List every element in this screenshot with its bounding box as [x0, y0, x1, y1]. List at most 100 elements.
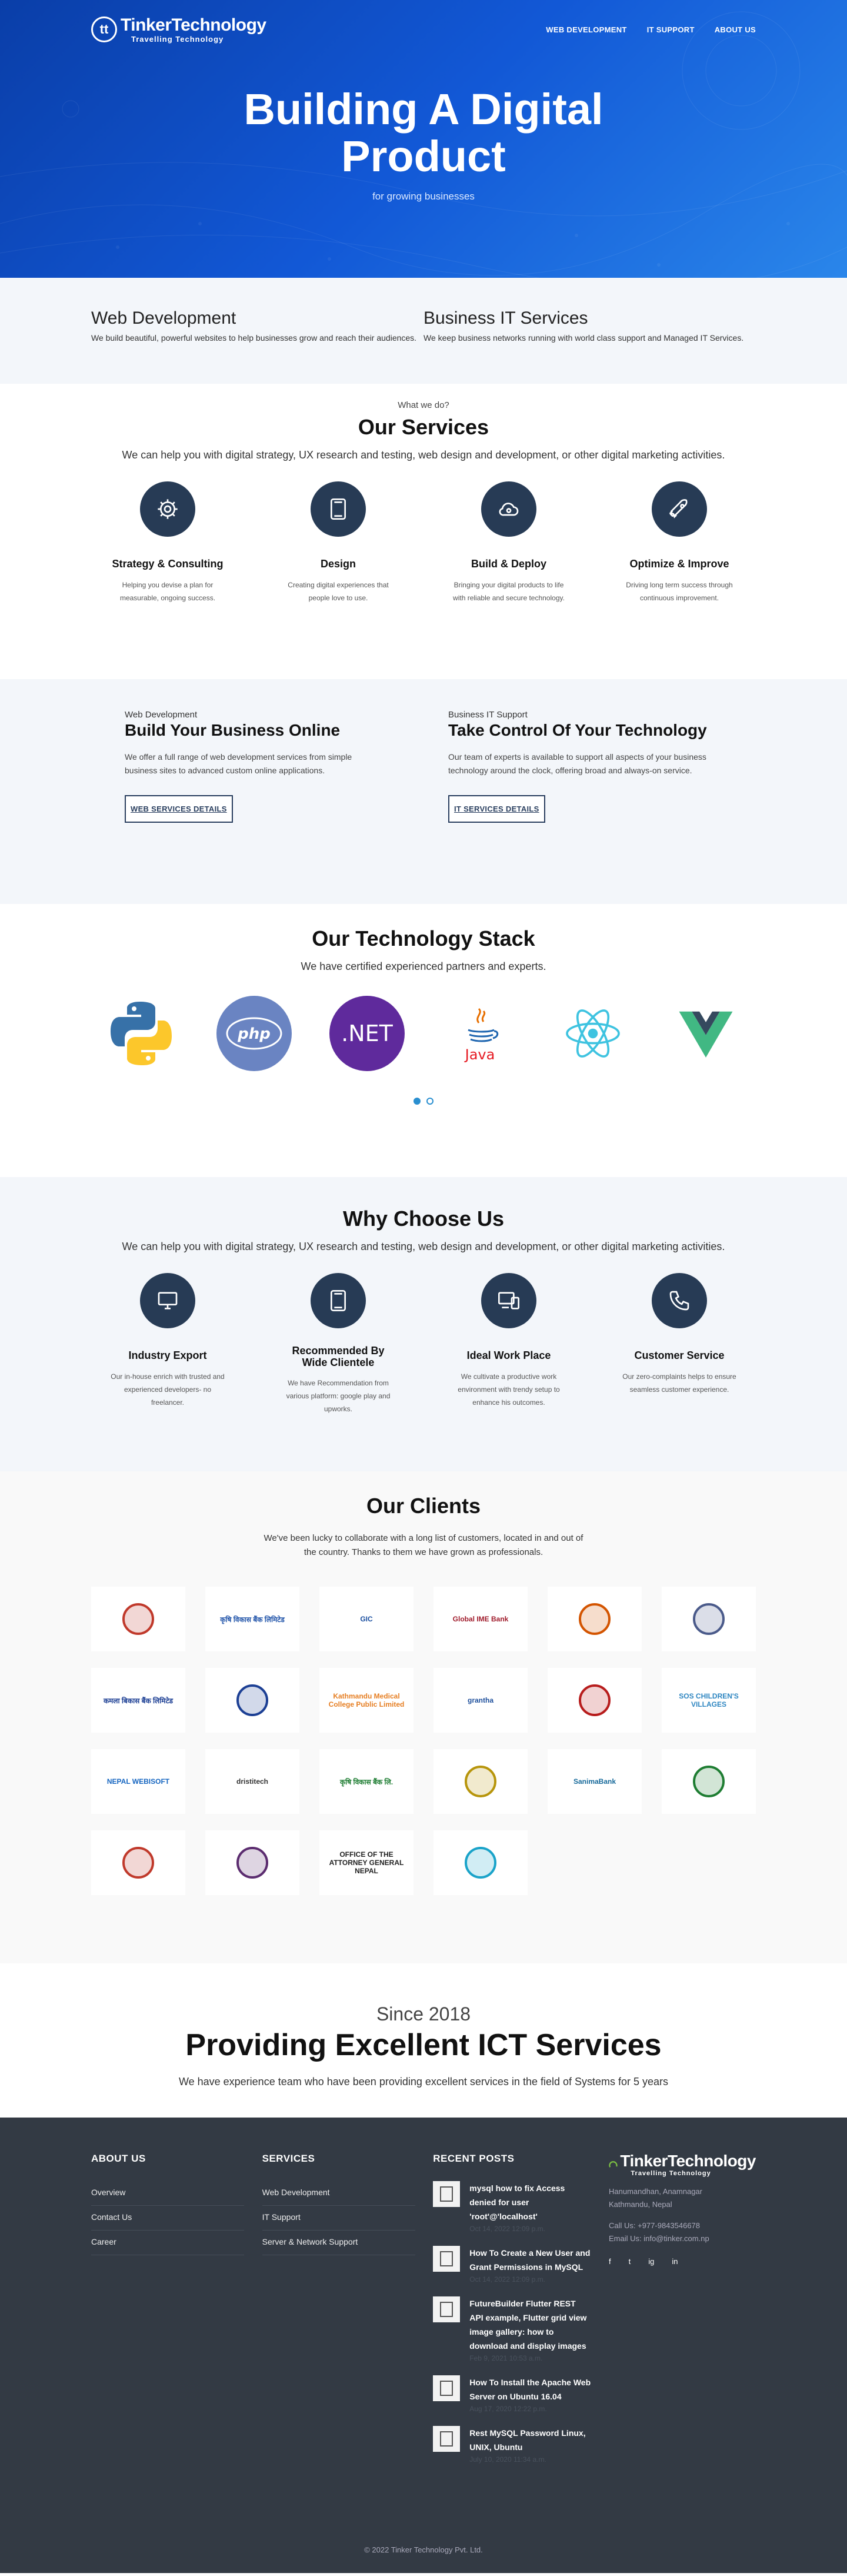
- recent-post[interactable]: Rest MySQL Password Linux, UNIX, Ubuntu J…: [433, 2426, 591, 2464]
- php-logo: php: [216, 995, 292, 1072]
- twitter-icon[interactable]: t: [629, 2257, 631, 2266]
- why-card: Ideal Work Place We cultivate a producti…: [432, 1273, 585, 1415]
- site-logo[interactable]: tt TinkerTechnology Travelling Technolog…: [91, 16, 266, 43]
- nav-about-us[interactable]: ABOUT US: [715, 25, 756, 34]
- monitor-icon: [140, 1273, 195, 1328]
- footer-link-overview[interactable]: Overview: [91, 2181, 244, 2206]
- site-footer: ABOUT US Overview Contact Us Career SERV…: [0, 2118, 847, 2573]
- logo-name: TinkerTechnology: [121, 15, 266, 35]
- clients-section: Our Clients We've been lucky to collabor…: [0, 1471, 847, 1963]
- post-title[interactable]: Rest MySQL Password Linux, UNIX, Ubuntu: [469, 2426, 591, 2454]
- client-logo-text: कमला बिकास बैंक लिमिटेड: [103, 1696, 174, 1705]
- nav-web-development[interactable]: WEB DEVELOPMENT: [546, 25, 626, 34]
- why-card: Recommended By Wide Clientele We have Re…: [262, 1273, 415, 1415]
- tablet-icon: [311, 481, 366, 537]
- post-date: Aug 17, 2020 12:22 p.m.: [469, 2405, 547, 2413]
- nepal-webisoft-logo: NEPAL WEBISOFT: [91, 1749, 185, 1814]
- emblem-logo-diamond: [662, 1587, 756, 1651]
- footer-link-contact[interactable]: Contact Us: [91, 2206, 244, 2231]
- client-logo-text: GIC: [360, 1615, 373, 1623]
- footer-logo-name: TinkerTechnology: [620, 2152, 756, 2170]
- vue-logo: [668, 995, 744, 1072]
- it-services-details-button[interactable]: IT SERVICES DETAILS: [448, 795, 545, 823]
- footer-address: Hanumandhan, Anamnagar Kathmandu, Nepal: [609, 2185, 756, 2211]
- client-emblem: [122, 1603, 154, 1635]
- logo-mark: tt: [91, 16, 117, 42]
- service-text: Bringing your digital products to life w…: [453, 581, 565, 602]
- detail-it-support: Business IT Support Take Control Of Your…: [424, 710, 747, 823]
- footer-link-server-network[interactable]: Server & Network Support: [262, 2231, 415, 2255]
- client-emblem: [465, 1847, 496, 1879]
- post-date: Feb 9, 2021 10:53 a.m.: [469, 2354, 543, 2362]
- instagram-icon[interactable]: ig: [648, 2257, 654, 2266]
- dotnet-logo: .NET: [329, 995, 405, 1072]
- address-line1: Hanumandhan, Anamnagar: [608, 2187, 702, 2196]
- krishi-bikas-bank-logo: कृषि विकास बैंक लिमिटेड: [205, 1587, 299, 1651]
- intro-section: Web Development We build beautiful, powe…: [0, 278, 847, 384]
- service-card: Build & Deploy Bringing your digital pro…: [432, 481, 585, 604]
- recent-post[interactable]: How To Create a New User and Grant Permi…: [433, 2246, 591, 2284]
- linkedin-icon[interactable]: in: [672, 2257, 678, 2266]
- why-card-title: Customer Service: [634, 1350, 725, 1361]
- client-emblem: [122, 1847, 154, 1879]
- footer-services-title: SERVICES: [262, 2153, 315, 2164]
- nepal-government-seal-logo: [91, 1830, 185, 1895]
- tech-stack-section: Our Technology Stack We have certified e…: [0, 904, 847, 1177]
- intro-business-it: Business IT Services We keep business ne…: [424, 308, 756, 343]
- footer-posts-title: RECENT POSTS: [433, 2153, 515, 2164]
- why-card-title: Industry Export: [128, 1350, 207, 1361]
- post-title[interactable]: How To Install the Apache Web Server on …: [469, 2375, 591, 2404]
- nav-it-support[interactable]: IT SUPPORT: [647, 25, 695, 34]
- recent-post[interactable]: mysql how to fix Access denied for user …: [433, 2181, 591, 2233]
- post-thumbnail: [433, 2296, 461, 2322]
- svg-text:php: php: [237, 1025, 271, 1043]
- clients-lead: We've been lucky to collaborate with a l…: [91, 1531, 756, 1560]
- grantha-logo: grantha: [433, 1668, 528, 1733]
- post-title[interactable]: mysql how to fix Access denied for user …: [469, 2181, 591, 2223]
- post-title[interactable]: How To Create a New User and Grant Permi…: [469, 2246, 591, 2274]
- footer-services: SERVICES Web Development IT Support Serv…: [262, 2153, 433, 2477]
- recent-post[interactable]: How To Install the Apache Web Server on …: [433, 2375, 591, 2413]
- hero-title-line1: Building A Digital: [244, 85, 603, 134]
- footer-recent-posts: RECENT POSTS mysql how to fix Access den…: [433, 2153, 609, 2477]
- sanima-bank-logo: SanimaBank: [548, 1749, 642, 1814]
- footer-link-career[interactable]: Career: [91, 2231, 244, 2255]
- carousel-dot-1[interactable]: [414, 1098, 421, 1105]
- recent-post[interactable]: FutureBuilder Flutter REST API example, …: [433, 2296, 591, 2362]
- client-emblem: [579, 1684, 611, 1716]
- web-services-details-button[interactable]: WEB SERVICES DETAILS: [125, 795, 233, 823]
- attorney-general-seal-logo: OFFICE OF THE ATTORNEY GENERAL NEPAL: [319, 1830, 414, 1895]
- footer-link-it-support[interactable]: IT Support: [262, 2206, 415, 2231]
- post-date: July 10, 2020 11:34 a.m.: [469, 2455, 546, 2464]
- service-title: Optimize & Improve: [629, 558, 729, 570]
- footer-link-web-development[interactable]: Web Development: [262, 2181, 415, 2206]
- rocket-icon: [652, 481, 707, 537]
- detail-text: Our team of experts is available to supp…: [448, 752, 706, 775]
- service-text: Creating digital experiences that people…: [288, 581, 389, 602]
- services-title: Our Services: [358, 415, 489, 439]
- footer-call[interactable]: Call Us: +977-9843546678: [609, 2221, 700, 2230]
- intro-title: Web Development: [91, 308, 236, 328]
- copyright: © 2022 Tinker Technology Pvt. Ltd.: [364, 2545, 483, 2554]
- dristitech-logo: dristitech: [205, 1749, 299, 1814]
- address-line2: Kathmandu, Nepal: [608, 2200, 672, 2209]
- facebook-icon[interactable]: f: [609, 2257, 611, 2266]
- client-logo-text: SanimaBank: [573, 1777, 616, 1786]
- client-logo-text: OFFICE OF THE ATTORNEY GENERAL NEPAL: [329, 1850, 404, 1875]
- since-text: We have experience team who have been pr…: [178, 2076, 669, 2088]
- top-navbar: tt TinkerTechnology Travelling Technolog…: [91, 0, 756, 59]
- java-logo: Java: [442, 995, 518, 1072]
- client-emblem: [236, 1684, 268, 1716]
- footer-email[interactable]: Email Us: info@tinker.com.np: [609, 2234, 709, 2243]
- footer-logo[interactable]: TinkerTechnology Travelling Technology: [609, 2153, 756, 2177]
- post-title[interactable]: FutureBuilder Flutter REST API example, …: [469, 2296, 591, 2353]
- footer-about: ABOUT US Overview Contact Us Career: [91, 2153, 262, 2477]
- hero-subtitle: for growing businesses: [372, 191, 475, 202]
- detail-title: Take Control Of Your Technology: [448, 721, 707, 739]
- client-logo-text: कृषि विकास बैंक लिमिटेड: [220, 1615, 285, 1624]
- carousel-dot-2[interactable]: [426, 1098, 433, 1105]
- why-card-text: We have Recommendation from various plat…: [286, 1379, 391, 1413]
- intro-text: We build beautiful, powerful websites to…: [91, 333, 417, 343]
- since-section: Since 2018 Providing Excellent ICT Servi…: [0, 1963, 847, 2118]
- services-section: What we do? Our Services We can help you…: [0, 384, 847, 679]
